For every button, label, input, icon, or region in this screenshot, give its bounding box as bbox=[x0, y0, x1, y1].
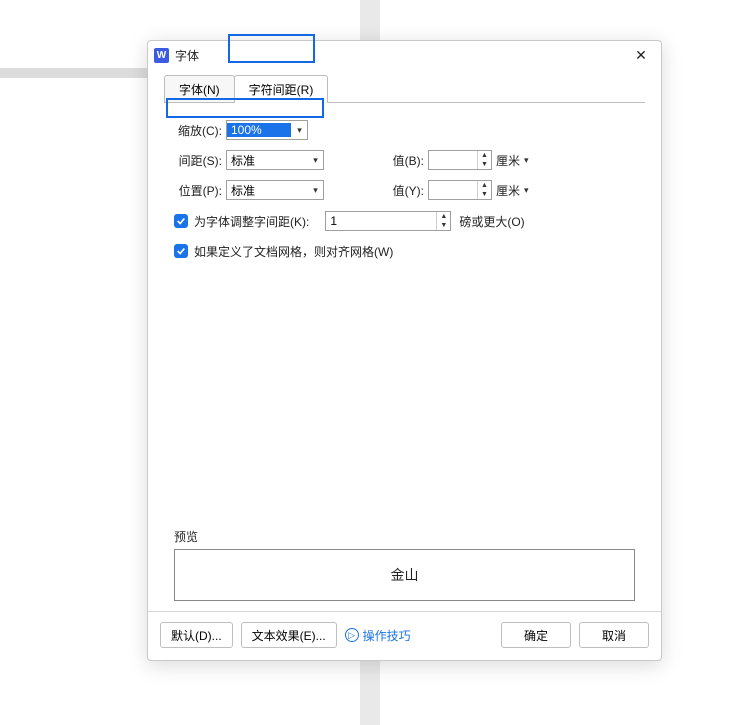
preview-box: 金山 bbox=[174, 549, 635, 601]
chevron-down-icon: ▾ bbox=[307, 185, 323, 196]
position-value: 标准 bbox=[227, 182, 307, 199]
default-button[interactable]: 默认(D)... bbox=[160, 622, 233, 648]
chevron-down-icon: ▾ bbox=[522, 155, 531, 166]
form-area: 缩放(C): 100% ▾ 间距(S): 标准 ▾ 值(B): ▲▼ 厘米 ▾ bbox=[148, 103, 661, 271]
snap-checkbox[interactable] bbox=[174, 244, 188, 258]
spacing-unit: 厘米 bbox=[494, 152, 522, 169]
position-val-spinner[interactable]: ▲▼ bbox=[428, 180, 492, 200]
preview-section: 预览 金山 bbox=[148, 528, 661, 611]
spacing-val-input[interactable] bbox=[429, 151, 477, 169]
spin-up-icon[interactable]: ▲ bbox=[437, 212, 450, 221]
tips-icon: ▷ bbox=[345, 628, 359, 642]
position-val-label: 值(Y): bbox=[384, 182, 424, 199]
spin-up-icon[interactable]: ▲ bbox=[478, 151, 491, 160]
tips-link[interactable]: ▷ 操作技巧 bbox=[345, 627, 411, 644]
kerning-spinner[interactable]: ▲▼ bbox=[325, 211, 451, 231]
app-icon: W bbox=[154, 48, 169, 63]
ok-button[interactable]: 确定 bbox=[501, 622, 571, 648]
spacing-val-label: 值(B): bbox=[384, 152, 424, 169]
dialog-title: 字体 bbox=[175, 47, 199, 64]
titlebar: W 字体 ✕ bbox=[148, 41, 661, 69]
kerning-input[interactable] bbox=[326, 212, 436, 230]
position-combo[interactable]: 标准 ▾ bbox=[226, 180, 324, 200]
kerning-label: 为字体调整字间距(K): bbox=[194, 213, 309, 230]
kerning-checkbox[interactable] bbox=[174, 214, 188, 228]
spacing-value: 标准 bbox=[227, 152, 307, 169]
tab-font[interactable]: 字体(N) bbox=[164, 75, 235, 103]
spin-down-icon[interactable]: ▼ bbox=[478, 160, 491, 169]
spacing-combo[interactable]: 标准 ▾ bbox=[226, 150, 324, 170]
tabs: 字体(N) 字符间距(R) bbox=[148, 75, 661, 103]
scale-value: 100% bbox=[227, 123, 291, 137]
preview-sample: 金山 bbox=[391, 565, 419, 585]
chevron-down-icon: ▾ bbox=[522, 185, 531, 196]
text-effects-button[interactable]: 文本效果(E)... bbox=[241, 622, 337, 648]
scale-combo[interactable]: 100% ▾ bbox=[226, 120, 308, 140]
tab-spacing[interactable]: 字符间距(R) bbox=[234, 75, 329, 103]
position-unit-combo[interactable]: 厘米 ▾ bbox=[494, 180, 531, 200]
spacing-label: 间距(S): bbox=[174, 152, 222, 169]
button-bar: 默认(D)... 文本效果(E)... ▷ 操作技巧 确定 取消 bbox=[148, 622, 661, 660]
position-val-input[interactable] bbox=[429, 181, 477, 199]
spin-up-icon[interactable]: ▲ bbox=[478, 181, 491, 190]
preview-title: 预览 bbox=[174, 528, 635, 545]
tips-label: 操作技巧 bbox=[363, 627, 411, 644]
chevron-down-icon: ▾ bbox=[291, 125, 307, 136]
spacing-val-spinner[interactable]: ▲▼ bbox=[428, 150, 492, 170]
font-dialog: W 字体 ✕ 字体(N) 字符间距(R) 缩放(C): 100% ▾ 间距(S)… bbox=[147, 40, 662, 661]
kerning-unit-label: 磅或更大(O) bbox=[459, 213, 524, 230]
position-unit: 厘米 bbox=[494, 182, 522, 199]
close-icon[interactable]: ✕ bbox=[629, 43, 653, 67]
cancel-button[interactable]: 取消 bbox=[579, 622, 649, 648]
chevron-down-icon: ▾ bbox=[307, 155, 323, 166]
spacing-unit-combo[interactable]: 厘米 ▾ bbox=[494, 150, 531, 170]
spin-down-icon[interactable]: ▼ bbox=[478, 190, 491, 199]
spin-down-icon[interactable]: ▼ bbox=[437, 221, 450, 230]
snap-label: 如果定义了文档网格，则对齐网格(W) bbox=[194, 243, 393, 260]
scale-label: 缩放(C): bbox=[174, 122, 222, 139]
position-label: 位置(P): bbox=[174, 182, 222, 199]
